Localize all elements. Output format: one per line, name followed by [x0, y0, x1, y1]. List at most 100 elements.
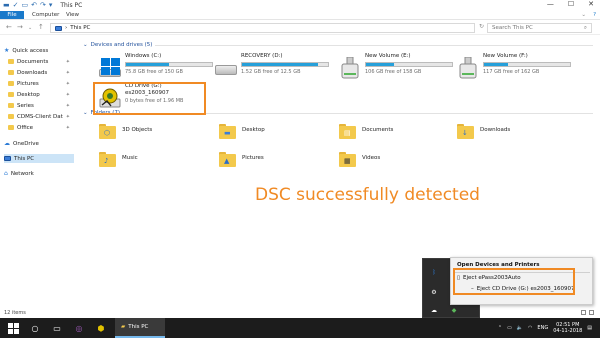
sidebar-item-label: Downloads	[17, 69, 48, 76]
drive-f[interactable]: New Volume (F:) 117 GB free of 162 GB	[457, 53, 572, 87]
drive-free: 117 GB free of 162 GB	[483, 69, 540, 75]
sidebar-item-series[interactable]: Series ✦	[8, 101, 74, 110]
folder-3d-objects[interactable]: ⬡ 3D Objects	[99, 124, 219, 142]
usb-drive-icon	[339, 57, 361, 79]
new-folder-icon[interactable]: ▭	[22, 1, 29, 9]
sidebar-item-this-pc[interactable]: This PC	[4, 154, 74, 163]
folder-documents[interactable]: ▤ Documents	[339, 124, 459, 142]
collapse-icon[interactable]: ⌄	[83, 110, 88, 116]
onedrive-icon[interactable]: ☁	[429, 305, 439, 315]
navigation-pane: ★ Quick access Documents ✦ Downloads ✦ Pict…	[0, 38, 75, 308]
help-icon[interactable]: ?	[593, 11, 596, 19]
usage-fill	[126, 63, 169, 66]
windows-drive-icon	[99, 57, 121, 79]
search-input[interactable]: Search This PC ⌕	[487, 23, 592, 33]
task-view-icon[interactable]: ▭	[50, 321, 64, 335]
battery-icon[interactable]: ▭	[507, 325, 512, 331]
forward-icon[interactable]: →	[17, 23, 23, 31]
bluetooth-icon[interactable]: ᛒ	[429, 267, 439, 277]
folder-name: Music	[122, 155, 138, 161]
folder-icon	[8, 114, 14, 119]
back-icon[interactable]: ←	[6, 23, 12, 31]
music-folder-icon: ♪	[99, 152, 116, 167]
volume-icon[interactable]: 🔈	[517, 325, 523, 331]
sidebar-item-desktop[interactable]: Desktop ✦	[8, 90, 74, 99]
collapse-icon[interactable]: ⌄	[83, 42, 88, 48]
folder-pictures[interactable]: ▲ Pictures	[219, 152, 339, 170]
search-icon: ⌕	[583, 24, 587, 31]
language-indicator[interactable]: ENG	[537, 325, 548, 331]
folder-name: Pictures	[242, 155, 264, 161]
folder-icon: ▰	[121, 324, 126, 330]
sidebar-item-office[interactable]: Office ✦	[8, 123, 74, 132]
details-view-icon[interactable]	[581, 310, 586, 315]
large-icons-view-icon[interactable]	[589, 310, 594, 315]
tab-computer[interactable]: Computer	[32, 11, 59, 19]
drive-name: New Volume (E:)	[365, 53, 411, 59]
drive-d[interactable]: RECOVERY (D:) 1.52 GB free of 12.5 GB	[215, 53, 330, 87]
address-bar[interactable]: › This PC	[50, 23, 475, 33]
sidebar-item-documents[interactable]: Documents ✦	[8, 57, 74, 66]
start-button[interactable]	[6, 321, 20, 335]
pc-icon	[4, 156, 11, 161]
devices-group-header[interactable]: ⌄ Devices and drives (5)	[83, 42, 593, 48]
sidebar-item-label: Quick access	[12, 47, 49, 54]
drive-name: RECOVERY (D:)	[241, 53, 283, 59]
sidebar-item-label: Series	[17, 102, 34, 109]
cloud-icon: ☁	[4, 140, 10, 147]
sidebar-item-quick-access[interactable]: ★ Quick access	[4, 46, 70, 55]
tray-overflow-icon[interactable]: ⌃	[498, 325, 502, 331]
pin-icon: ✦	[65, 91, 70, 98]
folder-icon	[8, 92, 14, 97]
taskbar-explorer-button[interactable]: ▰ This PC	[115, 318, 165, 338]
clock[interactable]: 02:51 PM 04-11-2018	[553, 322, 582, 334]
close-button[interactable]: ✕	[588, 0, 594, 8]
folder-videos[interactable]: ▦ Videos	[339, 152, 459, 170]
sidebar-item-pictures[interactable]: Pictures ✦	[8, 79, 74, 88]
properties-icon[interactable]: ✓	[13, 1, 19, 9]
refresh-icon[interactable]: ↻	[479, 23, 484, 30]
maximize-button[interactable]: ☐	[568, 0, 574, 8]
search-placeholder: Search This PC	[492, 25, 533, 31]
undo-icon[interactable]: ↶	[31, 1, 37, 9]
windows-logo-icon	[101, 58, 120, 75]
settings-icon[interactable]: ⚙	[429, 287, 439, 297]
ribbon-expand-icon[interactable]: ⌄	[581, 11, 586, 19]
sidebar-item-label: OneDrive	[13, 140, 39, 147]
folder-desktop[interactable]: ▬ Desktop	[219, 124, 339, 142]
folder-music[interactable]: ♪ Music	[99, 152, 219, 170]
taskbar-item-label: This PC	[128, 324, 149, 330]
folder-icon	[8, 81, 14, 86]
remote-app-icon[interactable]: ◎	[72, 321, 86, 335]
cd-drive-highlight	[93, 82, 206, 115]
usb-shape	[459, 57, 477, 79]
wifi-icon[interactable]: ◠	[528, 325, 532, 331]
drive-name: New Volume (F:)	[483, 53, 528, 59]
pin-icon: ✦	[65, 113, 70, 120]
sidebar-item-onedrive[interactable]: ☁ OneDrive	[4, 139, 70, 148]
usage-fill	[484, 63, 509, 66]
sidebar-item-downloads[interactable]: Downloads ✦	[8, 68, 74, 77]
minimize-button[interactable]: —	[547, 0, 554, 8]
hdd-icon	[215, 57, 237, 79]
up-icon[interactable]: ↑	[38, 23, 44, 31]
search-icon[interactable]: ○	[28, 321, 42, 335]
window-title: This PC	[60, 1, 83, 9]
drive-name: Windows (C:)	[125, 53, 162, 59]
star-icon: ★	[4, 46, 10, 54]
customize-toolbar-icon[interactable]: ▾	[49, 1, 53, 9]
folder-name: Videos	[362, 155, 381, 161]
tab-file[interactable]: File	[0, 11, 24, 19]
sidebar-item-network[interactable]: ⌂ Network	[4, 169, 70, 178]
folder-icon	[8, 103, 14, 108]
notifications-icon[interactable]: ▤	[587, 325, 592, 331]
tab-view[interactable]: View	[66, 11, 79, 19]
recent-locations-icon[interactable]: ⌄	[28, 25, 32, 31]
security-icon[interactable]: ◆	[449, 305, 459, 315]
sidebar-item-cdms-client[interactable]: CDMS-Client Dat ✦	[8, 112, 74, 121]
group-title: Devices and drives (5)	[90, 42, 153, 48]
drive-e[interactable]: New Volume (E:) 106 GB free of 158 GB	[339, 53, 454, 87]
folder-downloads[interactable]: ↓ Downloads	[457, 124, 577, 142]
security-app-icon[interactable]: ⬢	[94, 321, 108, 335]
redo-icon[interactable]: ↷	[40, 1, 46, 9]
